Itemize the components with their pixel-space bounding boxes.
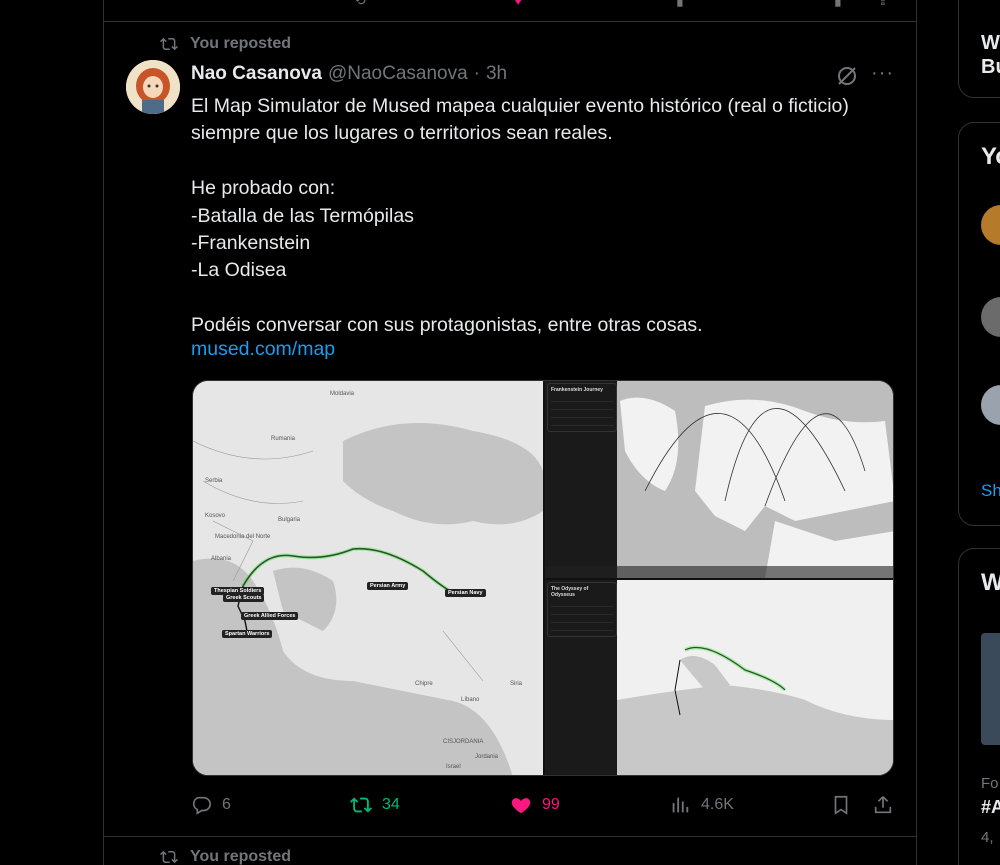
share-button[interactable] — [872, 794, 894, 816]
unit-label[interactable]: Persian Navy — [445, 589, 486, 597]
heart-icon — [511, 798, 531, 814]
card-heading: W — [981, 569, 1000, 596]
timeline-column: ⟲ ♥ ▮ ▮ ⇪ You reposted Nao Casanova @Nao… — [103, 0, 917, 865]
bookmark-icon[interactable]: ▮ — [834, 0, 854, 8]
map-label: Siria — [510, 681, 523, 687]
repost-button[interactable]: 34 — [350, 794, 400, 816]
grok-icon[interactable] — [835, 64, 859, 88]
trend-hashtag[interactable]: #A — [981, 797, 1000, 818]
views-button[interactable]: 4.6K — [669, 794, 734, 816]
card-heading: Yo — [981, 143, 1000, 170]
more-icon[interactable]: ··· — [871, 62, 894, 85]
map-label: CISJORDANIA — [443, 739, 484, 745]
avatar[interactable] — [981, 385, 1000, 425]
map-thermopylae-image[interactable]: Moldavia Rumania Serbia Kosovo Bulgaria … — [193, 381, 543, 775]
unit-label[interactable]: Greek Allied Forces — [241, 612, 299, 620]
unit-label[interactable]: Spartan Warriors — [222, 630, 273, 638]
views-count: 4.6K — [701, 796, 734, 813]
share-icon — [874, 796, 892, 814]
tweet-time[interactable]: 3h — [486, 63, 507, 85]
card-title: W Bu — [981, 32, 1000, 78]
map-odyssey-image[interactable]: The Odyssey of Odysseus — [545, 580, 893, 775]
map-label: Chipre — [415, 681, 433, 687]
reply-icon — [192, 796, 211, 815]
avatar[interactable] — [981, 297, 1000, 337]
repost-label: You reposted — [190, 35, 292, 52]
who-to-follow-card: Yo Sh — [958, 122, 1000, 526]
repost-icon — [160, 850, 178, 864]
repost-icon — [160, 37, 178, 51]
odyssey-panel[interactable]: The Odyssey of Odysseus — [547, 582, 617, 637]
bookmark-icon — [834, 795, 848, 815]
map-label: Kosovo — [205, 513, 226, 519]
map-label: Bulgaria — [278, 517, 301, 523]
trend-meta: Fo — [981, 775, 999, 792]
map-label: Líbano — [461, 697, 480, 703]
reply-button[interactable]: 6 — [190, 794, 231, 816]
map-label: Rumania — [271, 436, 296, 442]
next-repost-context: You reposted — [160, 848, 291, 865]
trends-card: W Fo #A 4, — [958, 548, 1000, 865]
map-label: Serbia — [205, 478, 223, 484]
frankenstein-panel[interactable]: Frankenstein Journey — [547, 383, 617, 432]
views-icon — [672, 797, 689, 813]
sidebar-card[interactable]: W Bu — [958, 0, 1000, 98]
tweet-text: El Map Simulator de Mused mapea cualquie… — [191, 95, 849, 337]
share-icon[interactable]: ⇪ — [877, 0, 897, 8]
tweet-header: Nao Casanova @NaoCasanova · 3h — [191, 63, 507, 85]
heart-icon[interactable]: ♥ — [514, 0, 534, 8]
right-sidebar: W Bu Yo Sh W Fo #A 4, — [958, 0, 1000, 865]
views-icon[interactable]: ▮ — [676, 0, 696, 8]
repost-context: You reposted — [160, 35, 291, 53]
panel-title: The Odyssey of Odysseus — [551, 586, 589, 598]
author-name[interactable]: Nao Casanova — [191, 63, 322, 85]
bookmark-button[interactable] — [830, 794, 852, 816]
avatar[interactable] — [981, 205, 1000, 245]
tweet-actions: 6 34 99 4.6K — [104, 794, 916, 820]
map-label: Moldavia — [330, 391, 355, 397]
previous-tweet-actions: ⟲ ♥ ▮ ▮ ⇪ — [104, 0, 916, 22]
tweet[interactable]: You reposted Nao Casanova @NaoCasanova ·… — [104, 22, 916, 837]
like-button[interactable]: 99 — [510, 794, 560, 816]
tweet-link[interactable]: mused.com/map — [191, 338, 335, 361]
show-more-link[interactable]: Sh — [981, 481, 1000, 501]
map-frankenstein-image[interactable]: Frankenstein Journey — [545, 381, 893, 578]
author-handle[interactable]: @NaoCasanova — [328, 63, 468, 85]
repost-icon — [350, 797, 372, 813]
map-label: Israel — [446, 764, 461, 770]
like-count: 99 — [542, 796, 560, 813]
repost-icon[interactable]: ⟲ — [354, 0, 374, 8]
separator: · — [473, 63, 480, 84]
repost-label: You reposted — [190, 848, 292, 865]
trend-count: 4, — [981, 829, 994, 846]
map-label: Jordania — [475, 754, 499, 760]
reply-count: 6 — [222, 796, 231, 813]
avatar[interactable] — [126, 60, 180, 114]
panel-title: Frankenstein Journey — [551, 387, 603, 393]
repost-count: 34 — [382, 796, 400, 813]
map-label: Albania — [211, 556, 232, 562]
unit-label[interactable]: Persian Army — [367, 582, 409, 590]
map-label: Macedonia del Norte — [215, 534, 271, 540]
trend-image[interactable] — [981, 633, 1000, 745]
unit-label[interactable]: Greek Scouts — [223, 594, 265, 602]
media-grid[interactable]: Moldavia Rumania Serbia Kosovo Bulgaria … — [192, 380, 894, 776]
